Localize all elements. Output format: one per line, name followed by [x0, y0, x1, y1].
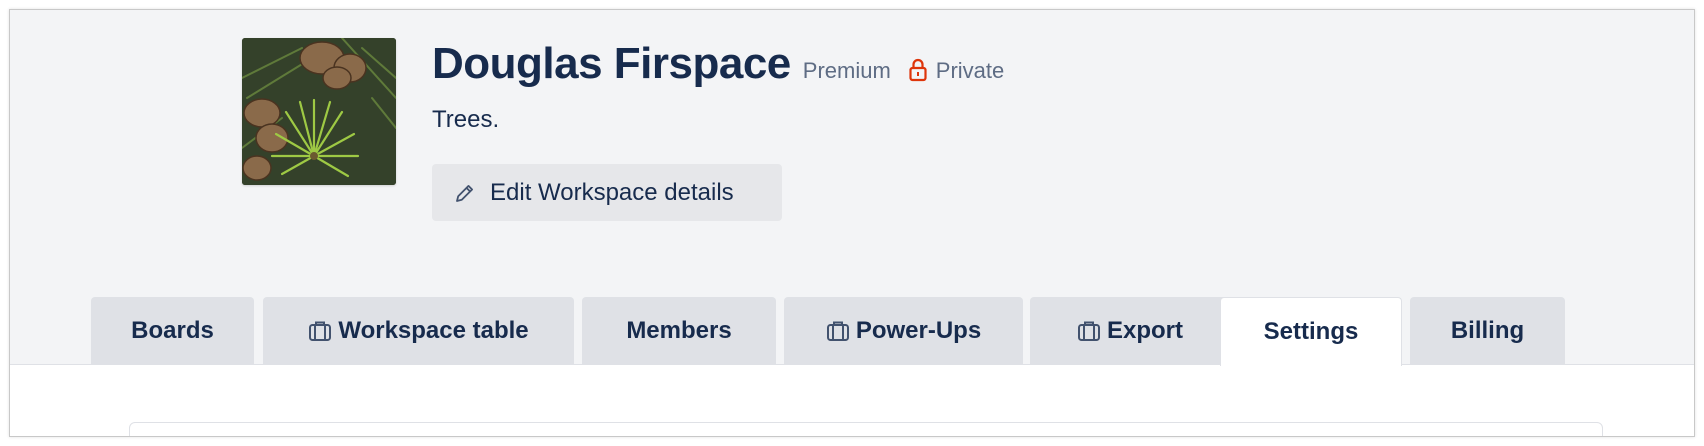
tab-label: Settings — [1263, 318, 1359, 345]
tab-power-ups[interactable]: Power-Ups — [784, 297, 1023, 365]
tab-label: Workspace table — [338, 317, 529, 344]
tab-settings[interactable]: Settings — [1220, 297, 1402, 366]
edit-workspace-button[interactable]: Edit Workspace details — [432, 164, 782, 221]
edit-workspace-label: Edit Workspace details — [490, 178, 734, 206]
workspace-avatar — [242, 38, 396, 185]
privacy-status[interactable]: Private — [909, 54, 1004, 84]
workspace-header: Douglas Firspace Premium Private Trees. … — [10, 10, 1694, 366]
lock-icon — [909, 58, 927, 82]
workspace-title-row: Douglas Firspace Premium Private — [432, 36, 1004, 92]
privacy-label: Private — [935, 58, 1005, 83]
settings-content-card — [129, 422, 1603, 436]
plan-badge: Premium — [802, 58, 891, 83]
workspace-page: Douglas Firspace Premium Private Trees. … — [9, 9, 1695, 437]
briefcase-icon — [826, 321, 849, 341]
tab-billing[interactable]: Billing — [1410, 297, 1565, 365]
tab-label: Power-Ups — [855, 317, 982, 344]
tab-label: Boards — [131, 317, 214, 344]
tab-label: Billing — [1450, 317, 1525, 344]
briefcase-icon — [1077, 321, 1100, 341]
pencil-icon — [456, 184, 473, 202]
tab-label: Members — [626, 317, 732, 344]
workspace-name: Douglas Firspace — [432, 39, 791, 88]
briefcase-icon — [309, 321, 332, 341]
tab-export[interactable]: Export — [1030, 297, 1230, 365]
pine-image — [242, 38, 396, 185]
tab-members[interactable]: Members — [582, 297, 776, 365]
tab-workspace-table[interactable]: Workspace table — [263, 297, 574, 365]
tab-label: Export — [1106, 317, 1183, 344]
workspace-description: Trees. — [432, 106, 500, 133]
workspace-tabs: Boards Workspace table Members Power-Ups… — [10, 297, 1694, 366]
tab-boards[interactable]: Boards — [91, 297, 254, 365]
